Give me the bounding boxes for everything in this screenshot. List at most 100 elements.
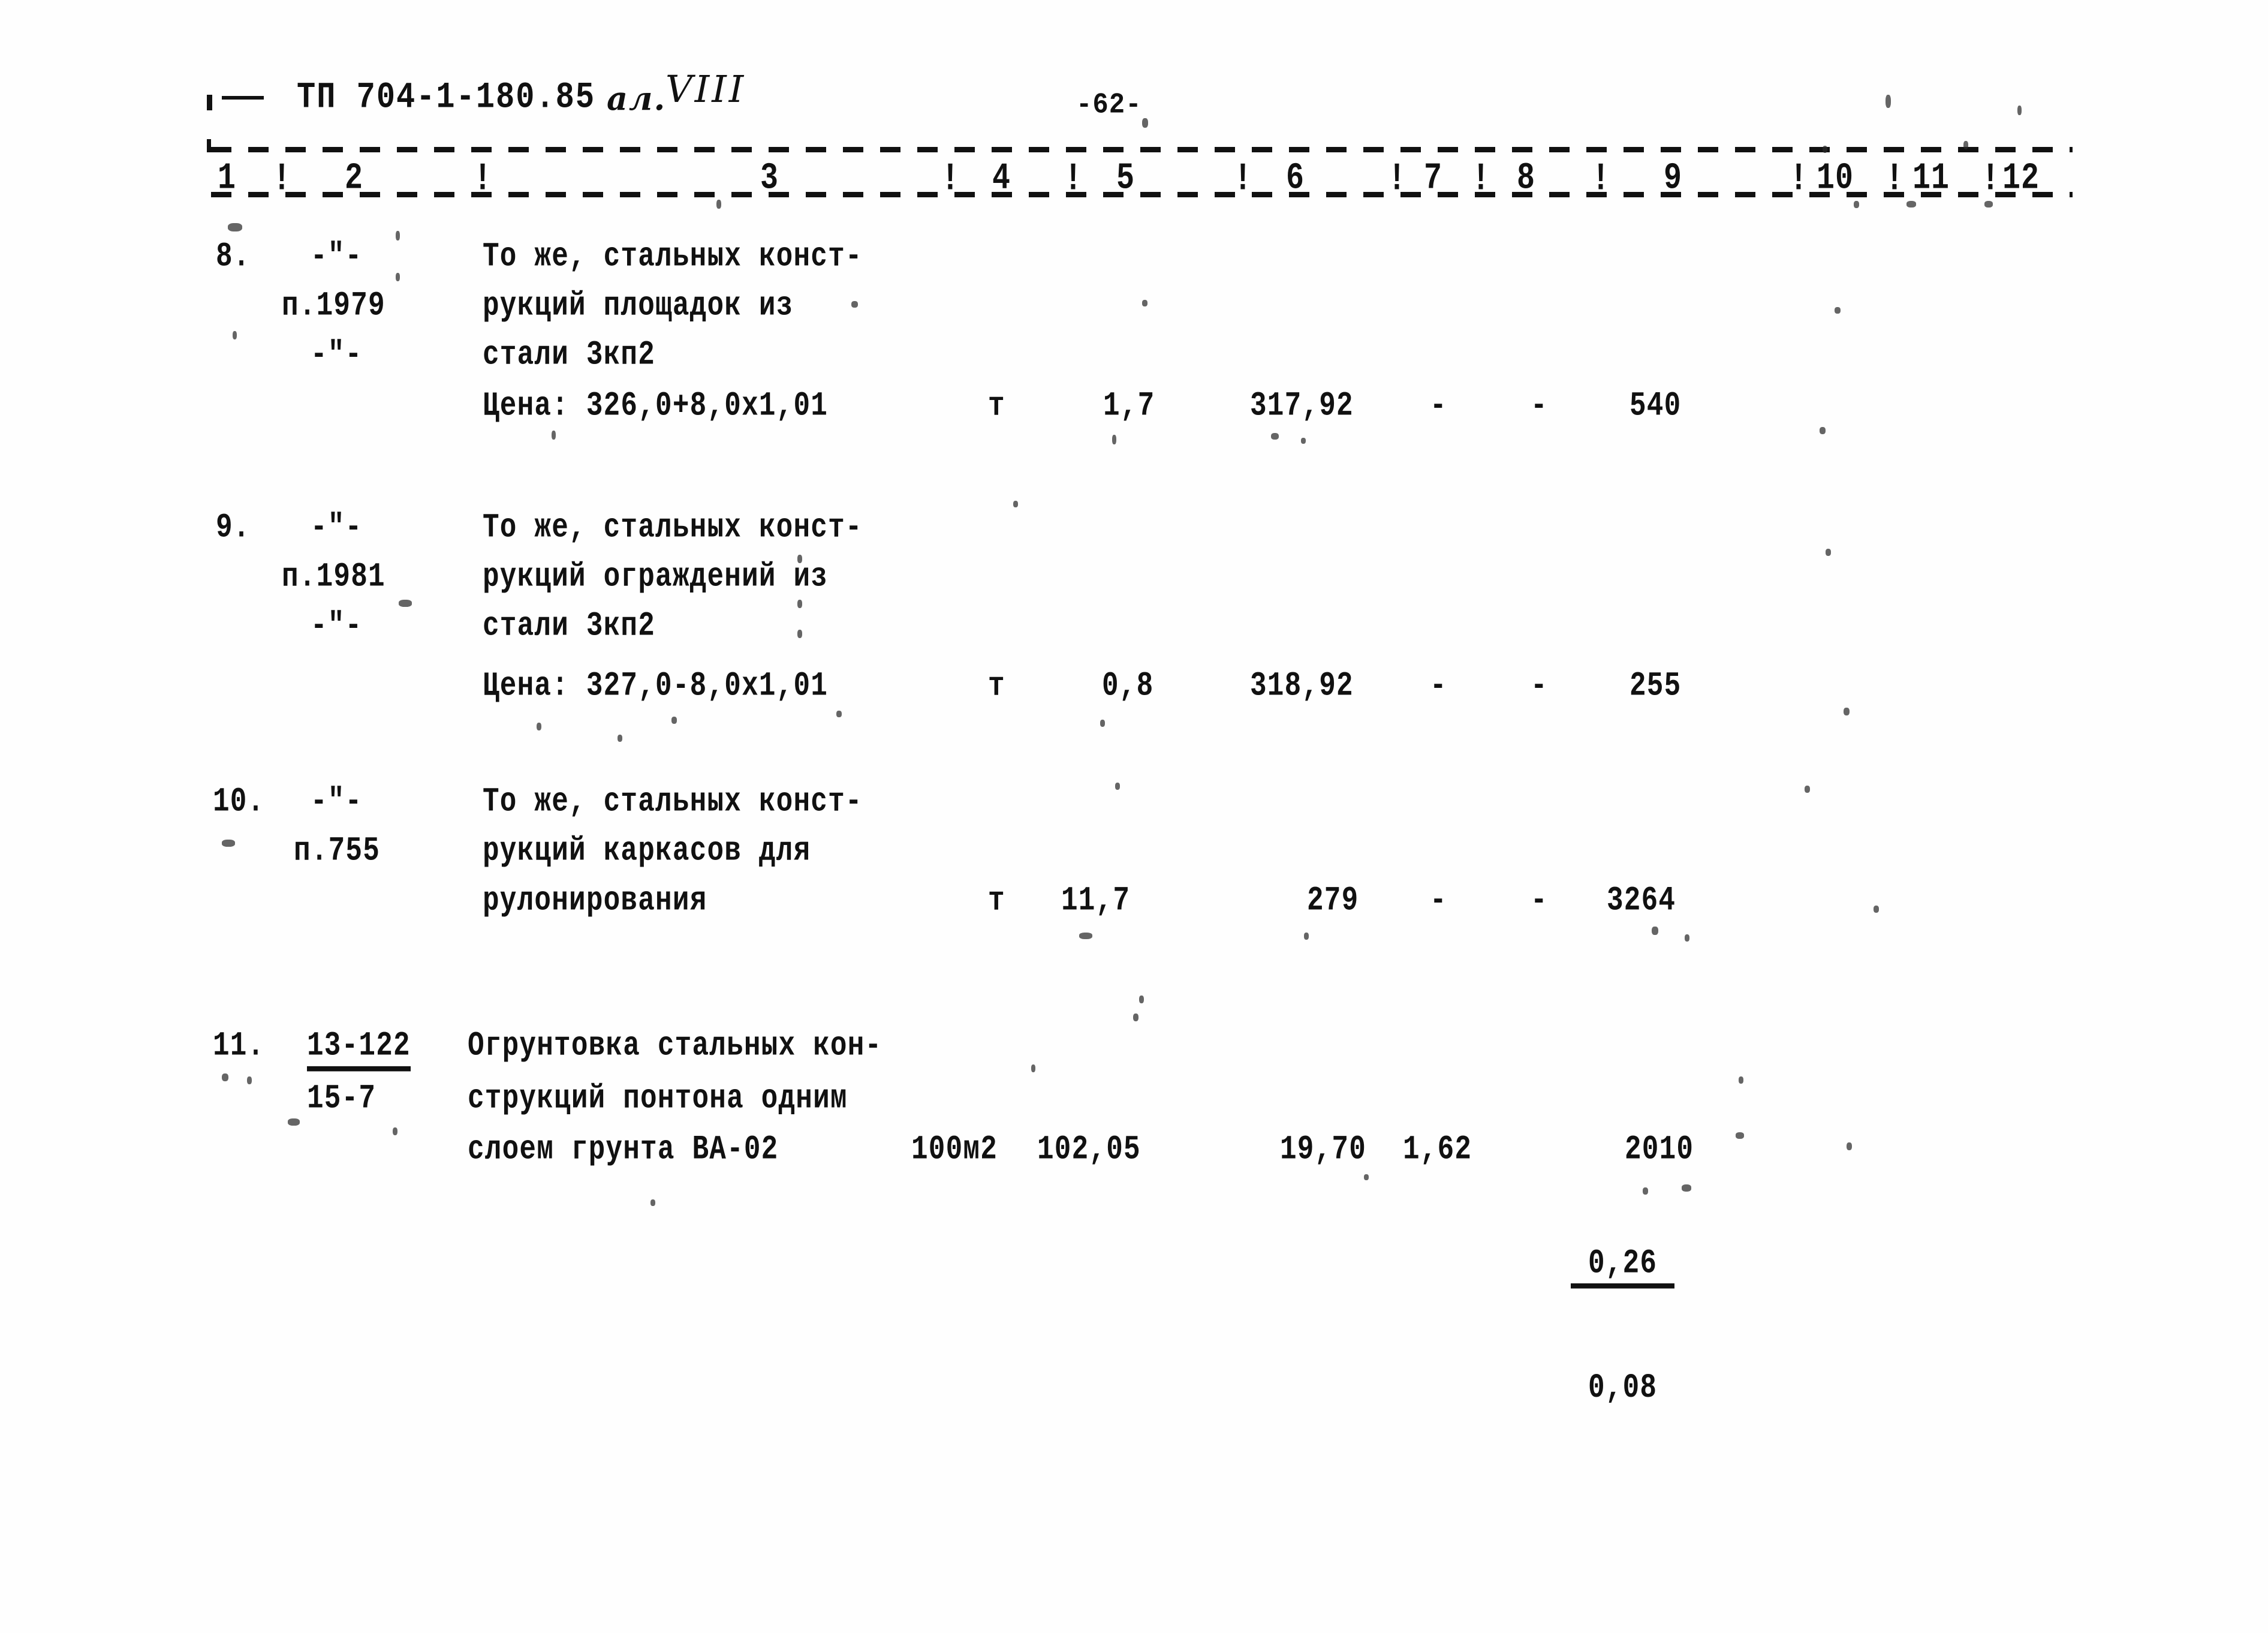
row-description-line1: То же, стальных конст- bbox=[483, 237, 863, 276]
album-number: VIII bbox=[665, 67, 746, 111]
row-col2-line1: -"- bbox=[311, 237, 363, 276]
column-separator-6: ! bbox=[1388, 157, 1406, 202]
scan-speckle bbox=[1984, 201, 1993, 207]
scan-speckle bbox=[1739, 1076, 1743, 1084]
row-col2-line1: -"- bbox=[311, 509, 363, 547]
column-separator-2: ! bbox=[474, 157, 492, 202]
column-separator-1: ! bbox=[273, 157, 291, 202]
scan-speckle bbox=[1874, 906, 1879, 913]
page-number: -62- bbox=[1076, 89, 1142, 122]
scan-speckle bbox=[1301, 438, 1306, 444]
column-separator-8: ! bbox=[1592, 157, 1610, 202]
scan-speckle bbox=[2017, 106, 2022, 115]
album-label: ал. bbox=[607, 79, 667, 118]
row-description-line3: стали 3кп2 bbox=[483, 607, 656, 645]
row-col6: 19,70 bbox=[1280, 1130, 1367, 1169]
column-separator-10: ! bbox=[1886, 157, 1904, 202]
row-quantity: 1,7 bbox=[1103, 387, 1155, 425]
row-unit: т bbox=[988, 387, 1005, 425]
scan-speckle bbox=[1682, 1184, 1691, 1192]
column-header-7: 7 bbox=[1424, 157, 1443, 200]
row-description-line2: рукций площадок из bbox=[483, 287, 794, 325]
scan-speckle bbox=[222, 1073, 228, 1081]
scan-speckle bbox=[1271, 433, 1279, 440]
scan-speckle bbox=[797, 600, 802, 608]
row-description-line2: рукций каркасов для bbox=[483, 832, 811, 870]
row-col2-line2: 15-7 bbox=[307, 1079, 377, 1118]
column-header-12: 12 bbox=[2002, 157, 2040, 200]
column-separator-4: ! bbox=[1064, 157, 1083, 202]
scan-speckle bbox=[1844, 708, 1850, 715]
scan-artifact-tick-2 bbox=[207, 139, 211, 152]
column-separator-3: ! bbox=[941, 157, 960, 202]
column-header-9: 9 bbox=[1664, 157, 1683, 200]
scan-speckle bbox=[233, 331, 237, 339]
scan-speckle bbox=[396, 231, 400, 240]
row-description-line1: Огрунтовка стальных кон- bbox=[468, 1027, 882, 1065]
row-number: 10. bbox=[213, 783, 265, 821]
column-separator-11: ! bbox=[1981, 157, 2000, 202]
row-col6: 317,92 bbox=[1250, 387, 1354, 425]
scan-speckle bbox=[288, 1118, 300, 1126]
scan-speckle bbox=[1847, 1142, 1852, 1150]
column-header-4: 4 bbox=[992, 157, 1011, 200]
row-col8: - bbox=[1531, 667, 1548, 705]
scan-speckle bbox=[836, 711, 842, 717]
column-header-3: 3 bbox=[760, 157, 779, 200]
row-description-line1: То же, стальных конст- bbox=[483, 509, 863, 547]
row-col7: 1,62 bbox=[1403, 1130, 1472, 1169]
scan-speckle bbox=[552, 431, 556, 440]
scan-speckle bbox=[650, 1199, 655, 1206]
scan-speckle bbox=[1133, 1014, 1138, 1021]
row-col2-line1: 13-122 bbox=[307, 1027, 411, 1072]
row-quantity: 11,7 bbox=[1061, 882, 1131, 920]
scan-speckle bbox=[1013, 501, 1018, 507]
row-unit: т bbox=[988, 882, 1005, 920]
row-col2-line2: п.755 bbox=[294, 832, 381, 870]
scan-speckle bbox=[1886, 95, 1891, 108]
scan-speckle bbox=[671, 717, 677, 724]
column-header-2: 2 bbox=[345, 157, 364, 200]
scan-artifact-tick bbox=[207, 95, 212, 110]
scan-speckle bbox=[618, 735, 622, 742]
row-col2-line1: -"- bbox=[311, 783, 363, 821]
scan-speckle bbox=[716, 200, 721, 209]
column-separator-5: ! bbox=[1234, 157, 1252, 202]
row-col9: 2010 bbox=[1625, 1130, 1694, 1169]
row-number: 9. bbox=[216, 509, 251, 547]
row-col7: - bbox=[1430, 387, 1447, 425]
column-separator-7: ! bbox=[1472, 157, 1490, 202]
scan-speckle bbox=[1963, 141, 1968, 149]
row-price-line: Цена: 326,0+8,0х1,01 bbox=[483, 387, 829, 425]
row-quantity: 102,05 bbox=[1037, 1130, 1141, 1169]
column-header-10: 10 bbox=[1817, 157, 1854, 200]
scan-speckle bbox=[1736, 1132, 1744, 1139]
row-col8-denominator: 0,08 bbox=[1588, 1369, 1658, 1408]
column-header-6: 6 bbox=[1286, 157, 1305, 200]
scan-speckle bbox=[1115, 783, 1120, 790]
row-col2-line3: -"- bbox=[311, 607, 363, 645]
row-unit: 100м2 bbox=[911, 1130, 998, 1169]
scan-speckle bbox=[396, 273, 400, 281]
row-col9: 3264 bbox=[1607, 882, 1676, 920]
row-col7: - bbox=[1430, 882, 1447, 920]
row-description-line3: рулонирования bbox=[483, 882, 707, 920]
row-number: 11. bbox=[213, 1027, 265, 1065]
scan-speckle bbox=[1906, 201, 1916, 207]
row-quantity: 0,8 bbox=[1102, 667, 1154, 705]
scan-speckle bbox=[537, 723, 541, 730]
table-top-rule bbox=[211, 147, 2073, 152]
row-col9: 540 bbox=[1630, 387, 1682, 425]
row-col8: - bbox=[1531, 882, 1548, 920]
scan-speckle bbox=[1100, 720, 1105, 727]
document-code: ТП 704-1-180.85 bbox=[297, 77, 596, 119]
scan-speckle bbox=[797, 630, 802, 638]
row-col8-fraction: 0,26 0,08 bbox=[1502, 1130, 1675, 1521]
row-col2-line2: п.1981 bbox=[282, 558, 385, 596]
column-separator-9: ! bbox=[1790, 157, 1808, 202]
column-header-1: 1 bbox=[218, 157, 237, 200]
row-description-line1: То же, стальных конст- bbox=[483, 783, 863, 821]
row-number: 8. bbox=[216, 237, 251, 276]
scan-speckle bbox=[393, 1127, 397, 1135]
scan-speckle bbox=[1142, 118, 1148, 128]
